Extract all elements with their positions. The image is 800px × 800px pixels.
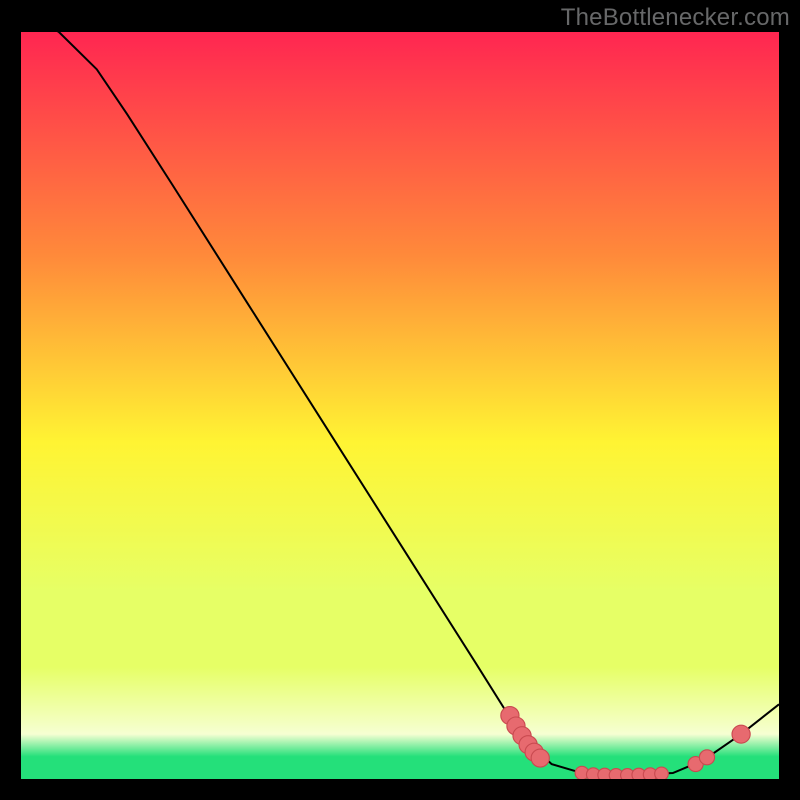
gradient-background [21, 32, 779, 779]
chart-container: TheBottlenecker.com [0, 0, 800, 800]
curve-marker [655, 767, 669, 779]
curve-marker [531, 749, 549, 767]
plot-area [21, 32, 779, 779]
curve-marker [732, 725, 750, 743]
attribution-label: TheBottlenecker.com [561, 4, 790, 32]
chart-svg [21, 32, 779, 779]
curve-marker [699, 750, 714, 765]
